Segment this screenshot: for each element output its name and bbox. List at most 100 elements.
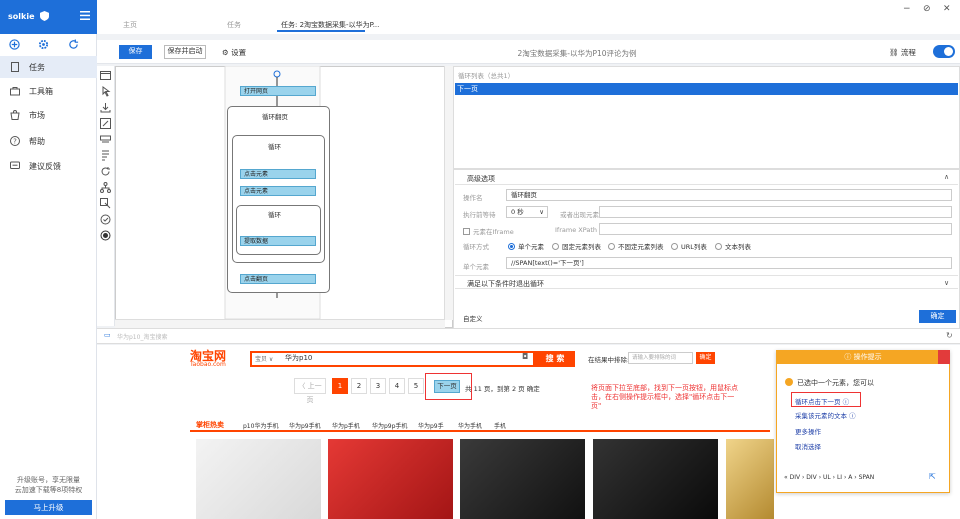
gear-icon: ⚙: [222, 48, 229, 57]
flow-node-open-page[interactable]: 打开网页: [240, 86, 316, 96]
extract-icon[interactable]: [100, 102, 111, 113]
shield-icon[interactable]: [40, 11, 49, 21]
cursor-icon[interactable]: [100, 198, 111, 209]
more-actions-option[interactable]: 更多操作: [795, 426, 821, 436]
canvas-scrollbar-horizontal[interactable]: [115, 319, 445, 328]
info-icon: ⓘ: [844, 353, 852, 361]
category-link[interactable]: p10华为手机: [243, 421, 278, 430]
loop-mode-single[interactable]: 单个元素: [508, 241, 544, 251]
click-icon[interactable]: [100, 86, 111, 97]
category-link[interactable]: 手机: [494, 421, 506, 430]
category-link[interactable]: 华为p9手: [418, 421, 444, 430]
flow-toggle[interactable]: [933, 45, 955, 58]
mouse-hover-icon[interactable]: [100, 150, 111, 161]
expand-icon[interactable]: ∨: [944, 279, 949, 287]
page-3[interactable]: 3: [370, 378, 386, 394]
product-image[interactable]: [460, 439, 585, 519]
upgrade-button[interactable]: 马上升级: [5, 500, 92, 515]
single-element-xpath[interactable]: //SPAN[text()='下一页']: [506, 257, 952, 269]
loop-mode-fixed-list[interactable]: 固定元素列表: [552, 241, 601, 251]
tab-tasks[interactable]: 任务: [227, 20, 241, 30]
collapse-icon[interactable]: ∧: [944, 173, 949, 181]
page-2[interactable]: 2: [351, 378, 367, 394]
product-image[interactable]: [726, 439, 774, 519]
flow-node-click-page[interactable]: 点击翻页: [240, 274, 316, 284]
confirm-button[interactable]: 确定: [919, 310, 956, 323]
element-path[interactable]: « DIV › DIV › UL › LI › A › SPAN: [784, 474, 874, 481]
prev-page-button[interactable]: 〈 上一页: [294, 378, 326, 404]
save-and-start-button[interactable]: 保存并启动: [164, 45, 206, 59]
action-tip-message: 已选中一个元素，您可以: [797, 379, 874, 387]
next-page-button[interactable]: 下一页: [434, 380, 460, 393]
product-image[interactable]: [328, 439, 453, 519]
switch-dropdown-icon[interactable]: [100, 134, 111, 145]
branch-icon[interactable]: [100, 182, 111, 193]
page-5[interactable]: 5: [408, 378, 424, 394]
close-icon[interactable]: ✕: [943, 4, 951, 14]
loop-mode-text-list[interactable]: 文本列表: [715, 241, 751, 251]
sidebar-item-feedback[interactable]: 建议反馈: [0, 155, 97, 177]
settings-button[interactable]: ⚙ 设置: [222, 47, 246, 58]
canvas-scrollbar-vertical[interactable]: [444, 66, 453, 320]
tab-current-task[interactable]: 任务: 2淘宝数据采集-以华为P...: [281, 20, 379, 30]
flow-node-click-1[interactable]: 点击元素: [240, 169, 316, 179]
sidebar-item-tasks[interactable]: 任务: [0, 56, 97, 78]
product-image[interactable]: [593, 439, 718, 519]
menu-icon[interactable]: [80, 11, 90, 20]
flow-node-click-2[interactable]: 点击元素: [240, 186, 316, 196]
category-link[interactable]: 华为p9p手机: [372, 421, 407, 430]
search-scope-select[interactable]: 宝贝 ∨: [255, 354, 273, 363]
cancel-selection-option[interactable]: 取消选择: [795, 441, 821, 451]
camera-icon[interactable]: ◘: [522, 352, 528, 361]
restore-icon[interactable]: ⊘: [923, 4, 931, 14]
flow-node-extract[interactable]: 提取数据: [240, 236, 316, 246]
iframe-xpath-input[interactable]: [599, 223, 952, 235]
op-name-input[interactable]: 循环翻页: [506, 189, 952, 201]
loop-click-next-label: 循环点击下一页: [795, 398, 841, 406]
search-button[interactable]: 搜 索: [535, 351, 575, 367]
verify-code-icon[interactable]: [100, 214, 111, 225]
input-text-icon[interactable]: [100, 118, 111, 129]
page-1[interactable]: 1: [332, 378, 348, 394]
exclude-input[interactable]: 请输入要排除的词: [628, 352, 693, 364]
pager-info: 共 11 页，到第 2 页 确定: [465, 385, 540, 393]
loop-list-row[interactable]: 下一页: [455, 83, 958, 95]
category-link[interactable]: 华为p手机: [332, 421, 360, 430]
tab-home[interactable]: 主页: [123, 20, 137, 30]
category-link[interactable]: 华为p9手机: [289, 421, 321, 430]
iframe-checkbox[interactable]: 元素在Iframe: [463, 226, 514, 236]
custom-button[interactable]: 自定义: [463, 313, 483, 323]
loop-click-next-option[interactable]: 循环点击下一页 ⓘ: [795, 396, 849, 406]
search-input[interactable]: 华为p10: [285, 353, 312, 363]
sidebar-item-market[interactable]: 市场: [0, 104, 97, 126]
gear-icon[interactable]: [38, 39, 49, 50]
loop-mode-unfixed-list[interactable]: 不固定元素列表: [608, 241, 664, 251]
browser-address-bar[interactable]: [97, 328, 960, 344]
page-4[interactable]: 4: [389, 378, 405, 394]
open-page-icon[interactable]: [100, 70, 111, 81]
advanced-options-title: 高级选项: [467, 175, 495, 183]
minimize-icon[interactable]: −: [903, 4, 911, 14]
loop-mode-url-list[interactable]: URL列表: [671, 241, 707, 251]
refresh-icon[interactable]: [68, 39, 79, 50]
add-icon[interactable]: [9, 39, 20, 50]
chevron-down-icon: ∨: [539, 208, 544, 216]
wait-select[interactable]: 0 秒 ∨: [506, 206, 548, 218]
refresh-icon[interactable]: ↻: [946, 331, 953, 340]
loop-icon[interactable]: [100, 166, 111, 177]
end-icon[interactable]: [100, 230, 111, 241]
sidebar-item-toolbox[interactable]: 工具箱: [0, 80, 97, 102]
sidebar-item-help[interactable]: ? 帮助: [0, 130, 97, 152]
appear-element-input[interactable]: [599, 206, 952, 218]
action-tip-header[interactable]: ⓘ 操作提示: [776, 350, 950, 364]
exclude-confirm-button[interactable]: 确定: [696, 352, 715, 364]
category-link[interactable]: 华为手机: [458, 421, 482, 430]
username[interactable]: solkie: [8, 12, 35, 21]
address-text: 华为p10_淘宝搜索: [117, 334, 168, 341]
external-link-icon[interactable]: ⇱: [929, 472, 936, 481]
save-button[interactable]: 保存: [119, 45, 152, 59]
collect-text-option[interactable]: 采集该元素的文本 ⓘ: [795, 410, 856, 420]
close-icon[interactable]: [938, 350, 950, 364]
product-image[interactable]: [196, 439, 321, 519]
checkbox-box: [463, 228, 470, 235]
